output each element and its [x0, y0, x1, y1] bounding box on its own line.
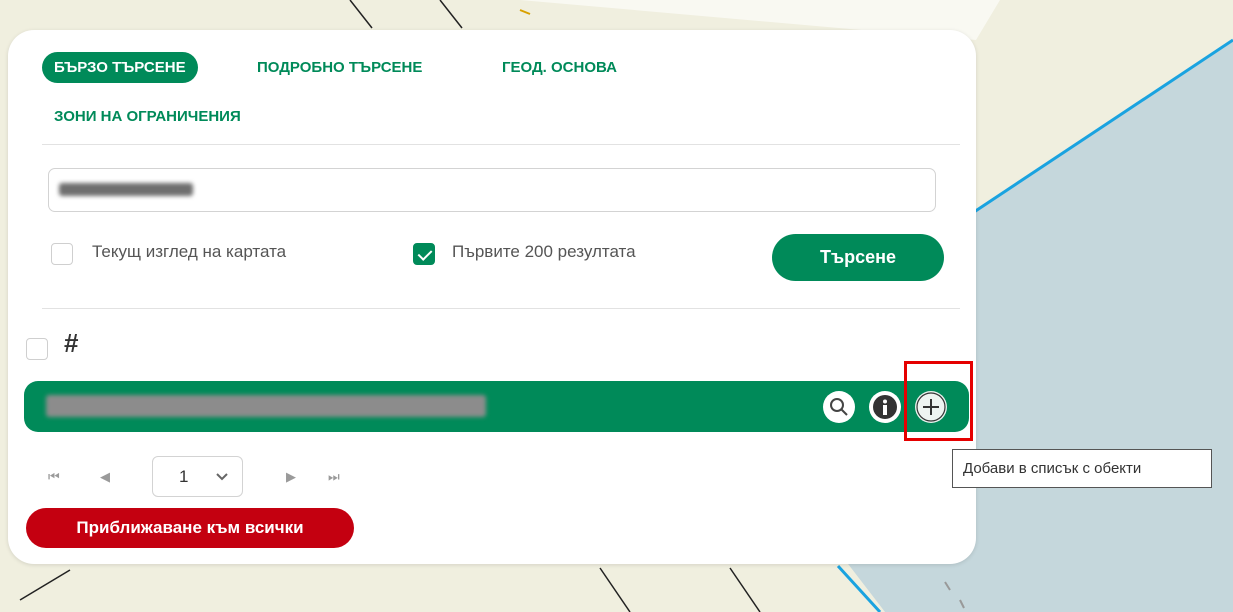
search-panel: БЪРЗО ТЪРСЕНЕ ПОДРОБНО ТЪРСЕНЕ ГЕОД. ОСН…	[8, 30, 976, 564]
page-select[interactable]: 1	[152, 456, 243, 497]
info-icon[interactable]	[869, 391, 901, 423]
prev-page-button[interactable]: ◀	[100, 469, 110, 485]
first-page-button[interactable]: ⏮	[48, 469, 60, 485]
chevron-down-icon	[216, 473, 228, 481]
tab-detailed-search[interactable]: ПОДРОБНО ТЪРСЕНЕ	[257, 59, 422, 76]
redacted-text	[46, 395, 486, 417]
current-view-checkbox[interactable]	[51, 243, 73, 265]
divider-top	[42, 144, 960, 145]
first-200-label: Първите 200 резултата	[452, 242, 636, 261]
divider-middle	[42, 308, 960, 309]
current-view-label: Текущ изглед на картата	[92, 242, 287, 261]
result-row[interactable]	[24, 381, 969, 432]
tab-quick-search[interactable]: БЪРЗО ТЪРСЕНЕ	[42, 52, 198, 83]
next-page-button[interactable]: ▶	[286, 469, 296, 485]
search-input[interactable]	[48, 168, 936, 212]
tab-geodetic-base[interactable]: ГЕОД. ОСНОВА	[502, 59, 617, 76]
last-page-button[interactable]: ⏭	[328, 469, 340, 485]
page-select-value: 1	[179, 467, 189, 486]
highlight-box	[904, 361, 973, 441]
search-icon[interactable]	[823, 391, 855, 423]
tab-restriction-zones[interactable]: ЗОНИ НА ОГРАНИЧЕНИЯ	[54, 108, 241, 125]
first-200-checkbox[interactable]	[413, 243, 435, 265]
add-to-list-tooltip: Добави в списък с обекти	[952, 449, 1212, 488]
select-all-checkbox[interactable]	[26, 338, 48, 360]
redacted-text	[59, 183, 193, 196]
search-button[interactable]: Търсене	[772, 234, 944, 281]
zoom-to-all-button[interactable]: Приближаване към всички	[26, 508, 354, 548]
grid-icon[interactable]: #	[64, 330, 78, 356]
